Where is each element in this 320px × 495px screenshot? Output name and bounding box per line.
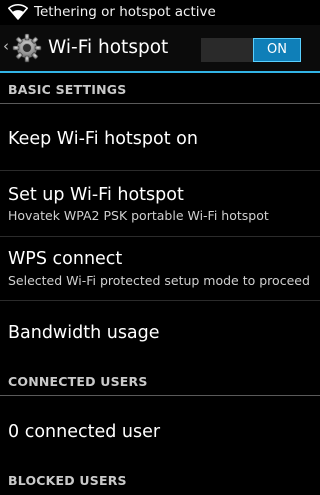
pref-title: WPS connect (8, 249, 123, 269)
page-title: Wi-Fi hotspot (48, 37, 169, 58)
pref-setup-hotspot[interactable]: Set up Wi-Fi hotspot Hovatek WPA2 PSK po… (0, 171, 320, 236)
list-item-connected-users[interactable]: 0 connected user (0, 397, 320, 463)
wifi-hotspot-icon (8, 4, 28, 20)
section-header-label: BLOCKED USERS (8, 473, 127, 488)
section-header-label: CONNECTED USERS (8, 374, 148, 389)
notification-text: Tethering or hotspot active (34, 4, 216, 20)
pref-wps-connect[interactable]: WPS connect Selected Wi-Fi protected set… (0, 237, 320, 300)
settings-gear-icon[interactable] (12, 33, 42, 63)
action-bar-accent-line (0, 71, 320, 73)
section-header-blocked-users: BLOCKED USERS (0, 465, 320, 495)
up-chevron-icon[interactable]: ‹ (3, 37, 9, 55)
hotspot-toggle[interactable]: ON (201, 38, 301, 62)
connected-user-count: 0 connected user (8, 422, 161, 442)
section-header-label: BASIC SETTINGS (8, 82, 127, 97)
section-divider (0, 395, 320, 396)
pref-summary: Hovatek WPA2 PSK portable Wi-Fi hotspot (8, 208, 269, 223)
pref-summary: Selected Wi-Fi protected setup mode to p… (8, 273, 310, 288)
pref-bandwidth-usage[interactable]: Bandwidth usage (0, 301, 320, 365)
action-bar: ‹ Wi-Fi hotspot ON (0, 25, 320, 71)
section-header-basic-settings: BASIC SETTINGS (0, 74, 320, 104)
pref-title: Set up Wi-Fi hotspot (8, 185, 184, 205)
toggle-on-label: ON (253, 38, 301, 62)
section-header-connected-users: CONNECTED USERS (0, 366, 320, 396)
pref-keep-hotspot-on[interactable]: Keep Wi-Fi hotspot on (0, 105, 320, 170)
status-bar: Tethering or hotspot active (0, 0, 320, 25)
pref-title: Bandwidth usage (8, 323, 160, 343)
pref-title: Keep Wi-Fi hotspot on (8, 129, 198, 149)
section-divider (0, 103, 320, 104)
